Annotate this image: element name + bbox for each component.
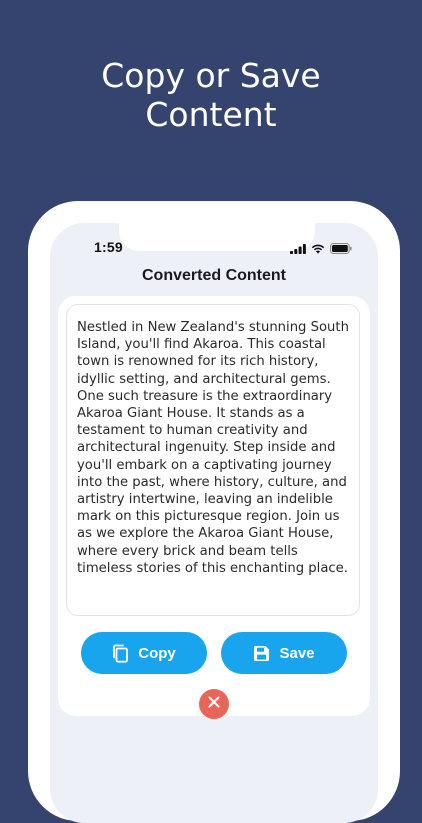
copy-button[interactable]: Copy bbox=[81, 632, 207, 674]
save-button-label: Save bbox=[279, 644, 315, 662]
phone-screen: 1:59 Converted Content Nestled in New Ze… bbox=[50, 223, 378, 823]
status-icons bbox=[290, 241, 352, 259]
copy-button-label: Copy bbox=[138, 644, 176, 662]
save-icon bbox=[253, 645, 270, 662]
phone-frame: 1:59 Converted Content Nestled in New Ze… bbox=[28, 201, 400, 823]
page-title: Converted Content bbox=[142, 267, 286, 284]
headline-line-1: Copy or Save bbox=[101, 56, 321, 95]
converted-text-area[interactable]: Nestled in New Zealand's stunning South … bbox=[66, 304, 360, 616]
headline-line-2: Content bbox=[145, 95, 277, 134]
close-icon bbox=[208, 695, 220, 713]
signal-icon bbox=[290, 241, 306, 259]
phone-notch bbox=[119, 223, 315, 251]
wifi-icon bbox=[311, 241, 325, 259]
converted-text: Nestled in New Zealand's stunning South … bbox=[77, 320, 349, 576]
promo-headline: Copy or Save Content bbox=[0, 56, 422, 134]
copy-icon bbox=[112, 644, 129, 663]
battery-icon bbox=[330, 241, 352, 259]
save-button[interactable]: Save bbox=[221, 632, 347, 674]
status-time: 1:59 bbox=[94, 239, 123, 255]
content-card: Nestled in New Zealand's stunning South … bbox=[58, 296, 370, 719]
close-button[interactable] bbox=[199, 689, 229, 719]
